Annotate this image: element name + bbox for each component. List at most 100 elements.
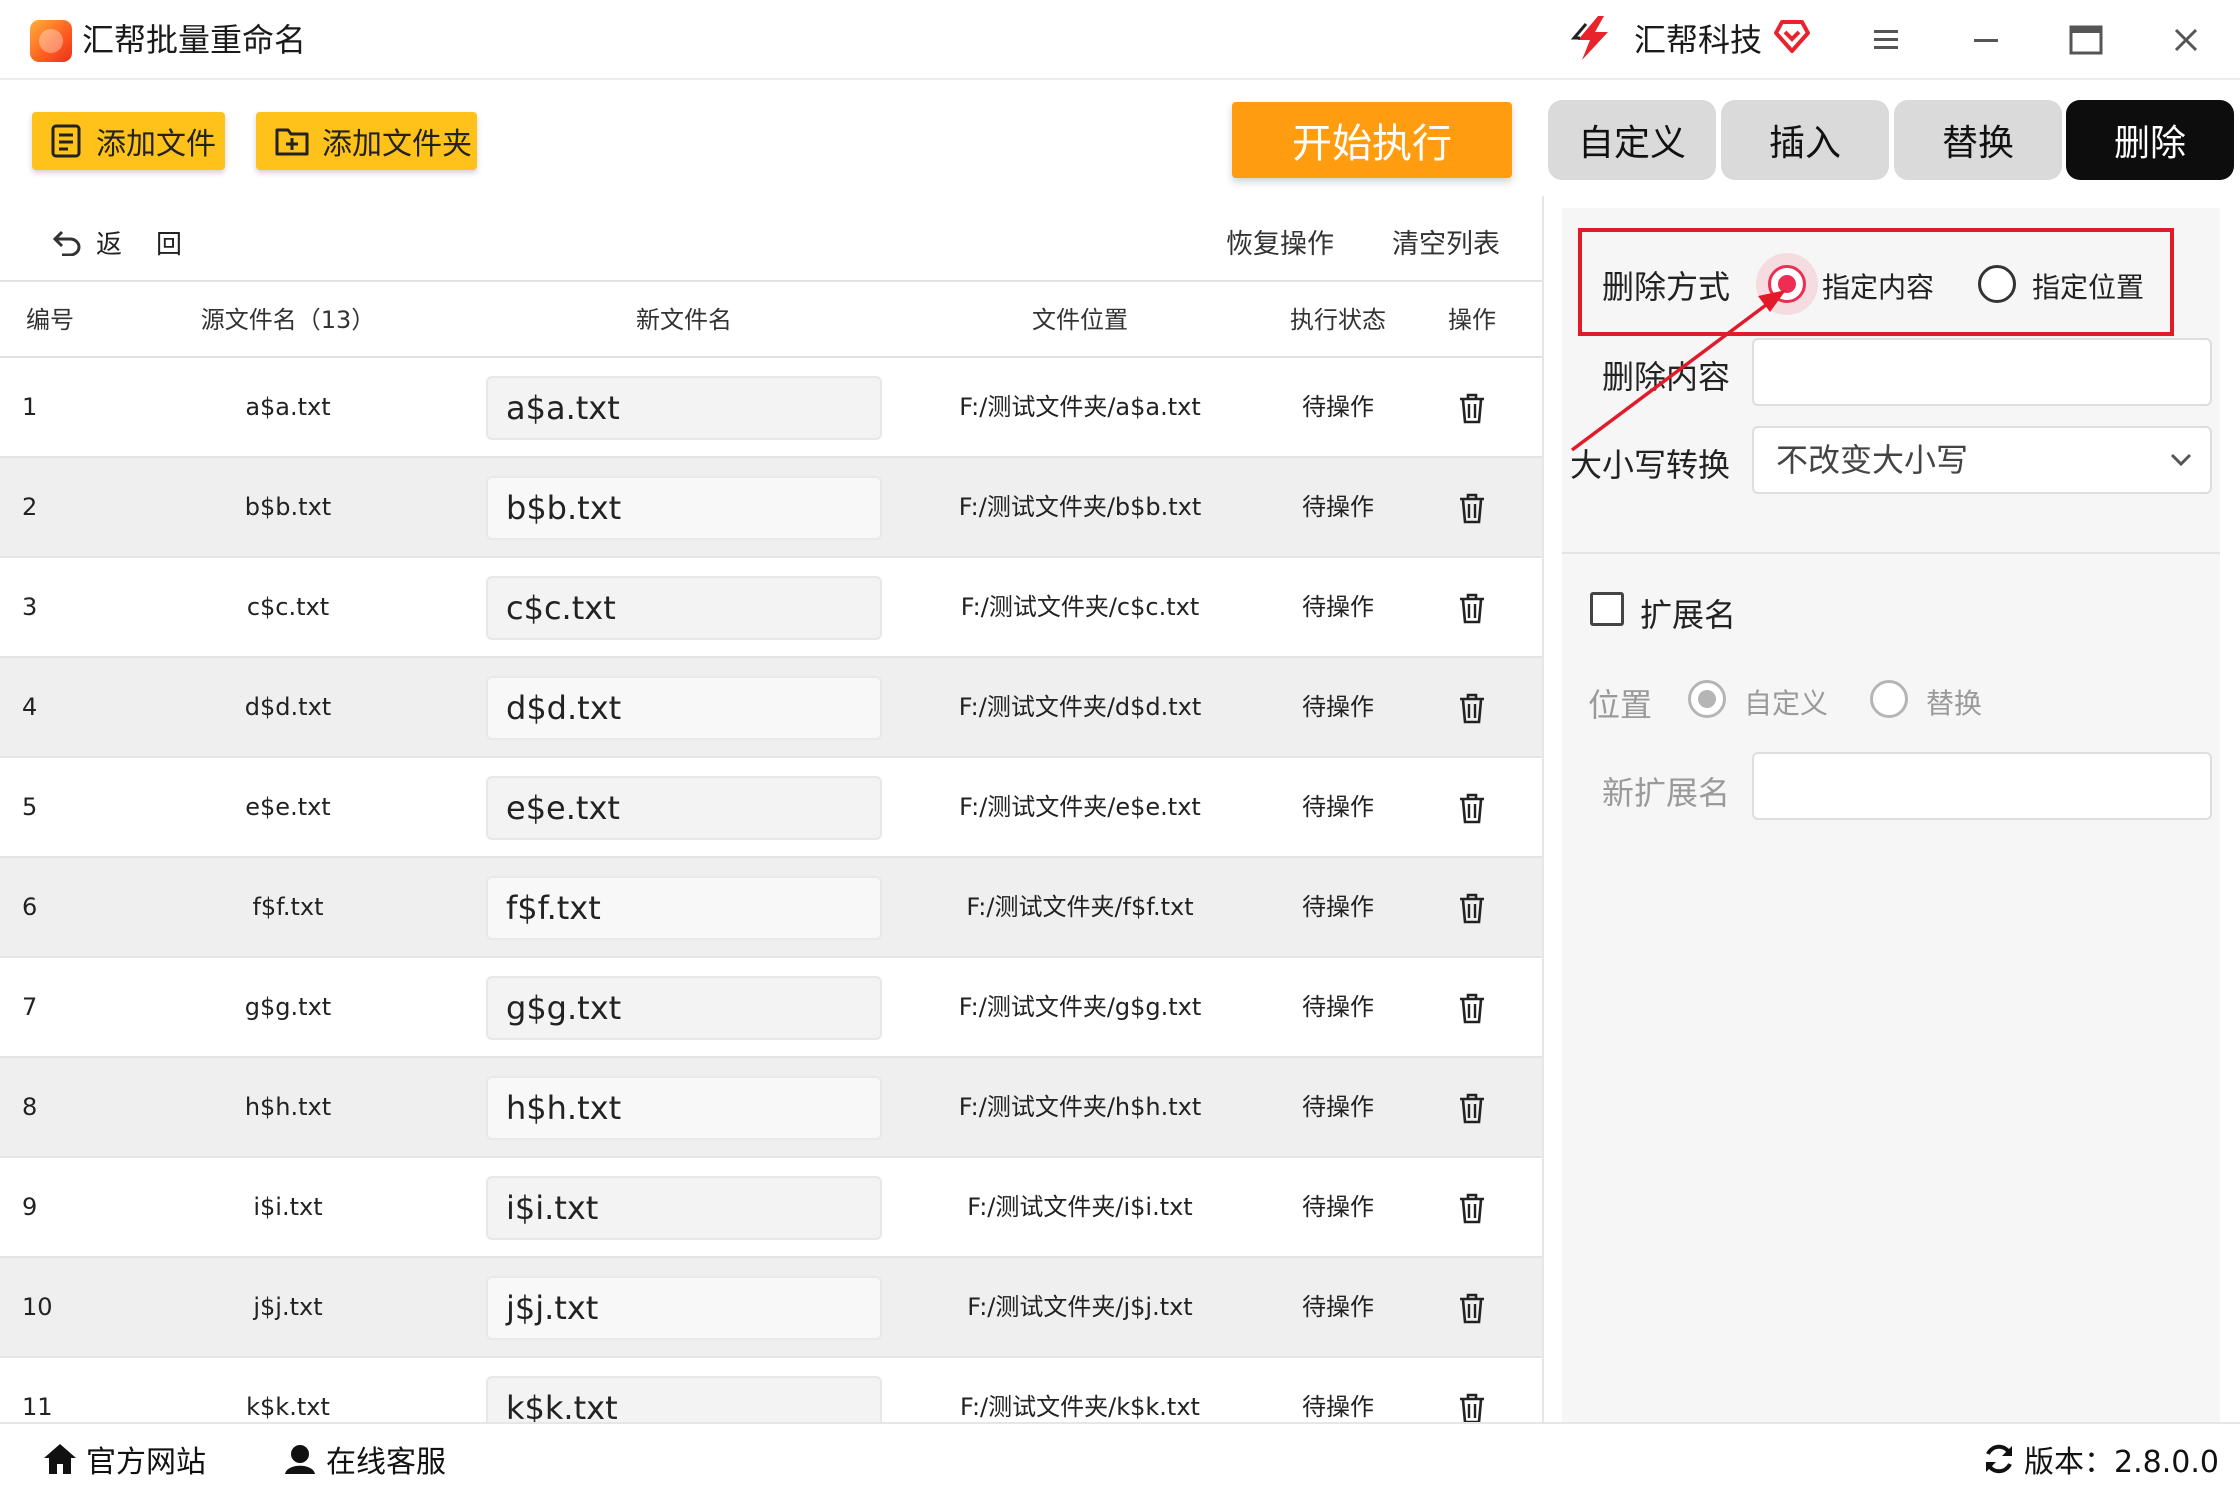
trash-icon[interactable]	[1457, 1192, 1487, 1224]
delete-mode-content-label[interactable]: 指定内容	[1822, 266, 1934, 306]
delete-mode-position-label[interactable]: 指定位置	[2032, 266, 2144, 306]
app-title: 汇帮批量重命名	[82, 21, 307, 59]
row-source-name: k$k.txt	[246, 1393, 330, 1421]
minimize-button[interactable]	[1964, 18, 2008, 62]
clear-list-button[interactable]: 清空列表	[1392, 222, 1500, 261]
trash-icon[interactable]	[1457, 992, 1487, 1024]
row-new-name-field[interactable]: i$i.txt	[486, 1176, 882, 1240]
delete-mode-content-radio[interactable]	[1768, 265, 1806, 303]
row-new-name-field[interactable]: k$k.txt	[486, 1376, 882, 1422]
table-row[interactable]: 4 d$d.txt d$d.txt F:/测试文件夹/d$d.txt 待操作	[0, 658, 1542, 758]
row-status: 待操作	[1302, 393, 1374, 421]
row-location: F:/测试文件夹/g$g.txt	[958, 993, 1202, 1021]
row-location: F:/测试文件夹/b$b.txt	[958, 493, 1202, 521]
row-new-name-field[interactable]: a$a.txt	[486, 376, 882, 440]
header-source: 源文件名（13）	[200, 306, 376, 334]
restore-button[interactable]: 恢复操作	[1226, 222, 1334, 261]
row-new-name-field[interactable]: c$c.txt	[486, 576, 882, 640]
online-support-link[interactable]: 在线客服	[282, 1434, 446, 1484]
row-new-name-field[interactable]: h$h.txt	[486, 1076, 882, 1140]
table-row[interactable]: 1 a$a.txt a$a.txt F:/测试文件夹/a$a.txt 待操作	[0, 358, 1542, 458]
row-location: F:/测试文件夹/h$h.txt	[958, 1093, 1202, 1121]
table-row[interactable]: 9 i$i.txt i$i.txt F:/测试文件夹/i$i.txt 待操作	[0, 1158, 1542, 1258]
row-index: 1	[22, 393, 38, 421]
row-new-name-field[interactable]: g$g.txt	[486, 976, 882, 1040]
new-extension-input[interactable]	[1752, 752, 2212, 820]
table-row[interactable]: 8 h$h.txt h$h.txt F:/测试文件夹/h$h.txt 待操作	[0, 1058, 1542, 1158]
trash-icon[interactable]	[1457, 692, 1487, 724]
row-new-name-field[interactable]: e$e.txt	[486, 776, 882, 840]
row-location: F:/测试文件夹/c$c.txt	[960, 593, 1200, 621]
trash-icon[interactable]	[1457, 492, 1487, 524]
back-button[interactable]: 返回	[52, 222, 216, 262]
official-website-link[interactable]: 官方网站	[42, 1434, 206, 1484]
row-source-name: b$b.txt	[244, 493, 332, 521]
menu-button[interactable]	[1864, 18, 1908, 62]
maximize-icon	[2069, 25, 2103, 55]
tab-insert[interactable]: 插入	[1721, 100, 1889, 180]
row-index: 10	[22, 1293, 53, 1321]
row-new-name-field[interactable]: d$d.txt	[486, 676, 882, 740]
row-location: F:/测试文件夹/f$f.txt	[966, 893, 1194, 921]
row-new-name-field[interactable]: f$f.txt	[486, 876, 882, 940]
row-new-name-field[interactable]: j$j.txt	[486, 1276, 882, 1340]
delete-mode-label: 删除方式	[1602, 268, 1731, 306]
chevron-down-icon	[2170, 453, 2192, 467]
tab-replace[interactable]: 替换	[1894, 100, 2062, 180]
header-status: 执行状态	[1290, 306, 1386, 334]
table-row[interactable]: 5 e$e.txt e$e.txt F:/测试文件夹/e$e.txt 待操作	[0, 758, 1542, 858]
add-folder-button[interactable]: 添加文件夹	[256, 112, 477, 170]
row-location: F:/测试文件夹/j$j.txt	[967, 1293, 1193, 1321]
header-new-name: 新文件名	[636, 306, 732, 334]
trash-icon[interactable]	[1457, 792, 1487, 824]
start-button[interactable]: 开始执行	[1232, 102, 1512, 178]
trash-icon[interactable]	[1457, 892, 1487, 924]
table-row[interactable]: 2 b$b.txt b$b.txt F:/测试文件夹/b$b.txt 待操作	[0, 458, 1542, 558]
position-custom-label[interactable]: 自定义	[1744, 682, 1828, 722]
row-index: 11	[22, 1393, 53, 1421]
header-index: 编号	[26, 306, 74, 334]
case-convert-label: 大小写转换	[1570, 446, 1731, 484]
position-replace-radio[interactable]	[1870, 680, 1908, 718]
position-label: 位置	[1588, 686, 1653, 724]
status-bar: 官方网站 在线客服 版本：2.8.0.0	[0, 1422, 2240, 1492]
back-label: 返回	[96, 229, 217, 260]
refresh-icon[interactable]	[1982, 1442, 2016, 1476]
row-location: F:/测试文件夹/e$e.txt	[959, 793, 1201, 821]
delete-content-input[interactable]	[1752, 338, 2212, 406]
row-location: F:/测试文件夹/d$d.txt	[958, 693, 1202, 721]
extension-checkbox[interactable]	[1590, 592, 1624, 626]
row-location: F:/测试文件夹/k$k.txt	[960, 1393, 1200, 1421]
table-row[interactable]: 10 j$j.txt j$j.txt F:/测试文件夹/j$j.txt 待操作	[0, 1258, 1542, 1358]
table-row[interactable]: 6 f$f.txt f$f.txt F:/测试文件夹/f$f.txt 待操作	[0, 858, 1542, 958]
trash-icon[interactable]	[1457, 1292, 1487, 1324]
vip-heart-icon[interactable]	[1772, 18, 1812, 54]
add-file-button[interactable]: 添加文件	[32, 112, 225, 170]
app-logo	[30, 20, 72, 62]
row-new-name-field[interactable]: b$b.txt	[486, 476, 882, 540]
table-row[interactable]: 3 c$c.txt c$c.txt F:/测试文件夹/c$c.txt 待操作	[0, 558, 1542, 658]
position-replace-label[interactable]: 替换	[1926, 682, 1982, 722]
tab-delete[interactable]: 删除	[2066, 100, 2234, 180]
trash-icon[interactable]	[1457, 1092, 1487, 1124]
row-index: 9	[22, 1193, 38, 1221]
trash-icon[interactable]	[1457, 592, 1487, 624]
extension-label: 扩展名	[1640, 596, 1737, 634]
table-row[interactable]: 11 k$k.txt k$k.txt F:/测试文件夹/k$k.txt 待操作	[0, 1358, 1542, 1422]
row-source-name: c$c.txt	[246, 593, 330, 621]
table-row[interactable]: 7 g$g.txt g$g.txt F:/测试文件夹/g$g.txt 待操作	[0, 958, 1542, 1058]
tab-custom[interactable]: 自定义	[1548, 100, 1716, 180]
delete-mode-position-radio[interactable]	[1978, 265, 2016, 303]
version-info: 版本：2.8.0.0	[1982, 1434, 2219, 1484]
close-button[interactable]	[2164, 18, 2208, 62]
official-website-label: 官方网站	[86, 1445, 206, 1480]
case-convert-select[interactable]: 不改变大小写	[1752, 426, 2212, 494]
maximize-button[interactable]	[2064, 18, 2108, 62]
trash-icon[interactable]	[1457, 392, 1487, 424]
row-source-name: h$h.txt	[244, 1093, 332, 1121]
trash-icon[interactable]	[1457, 1392, 1487, 1422]
position-custom-radio[interactable]	[1688, 680, 1726, 718]
folder-add-icon	[275, 128, 309, 156]
add-folder-label: 添加文件夹	[322, 127, 472, 162]
case-convert-value: 不改变大小写	[1776, 441, 1969, 479]
